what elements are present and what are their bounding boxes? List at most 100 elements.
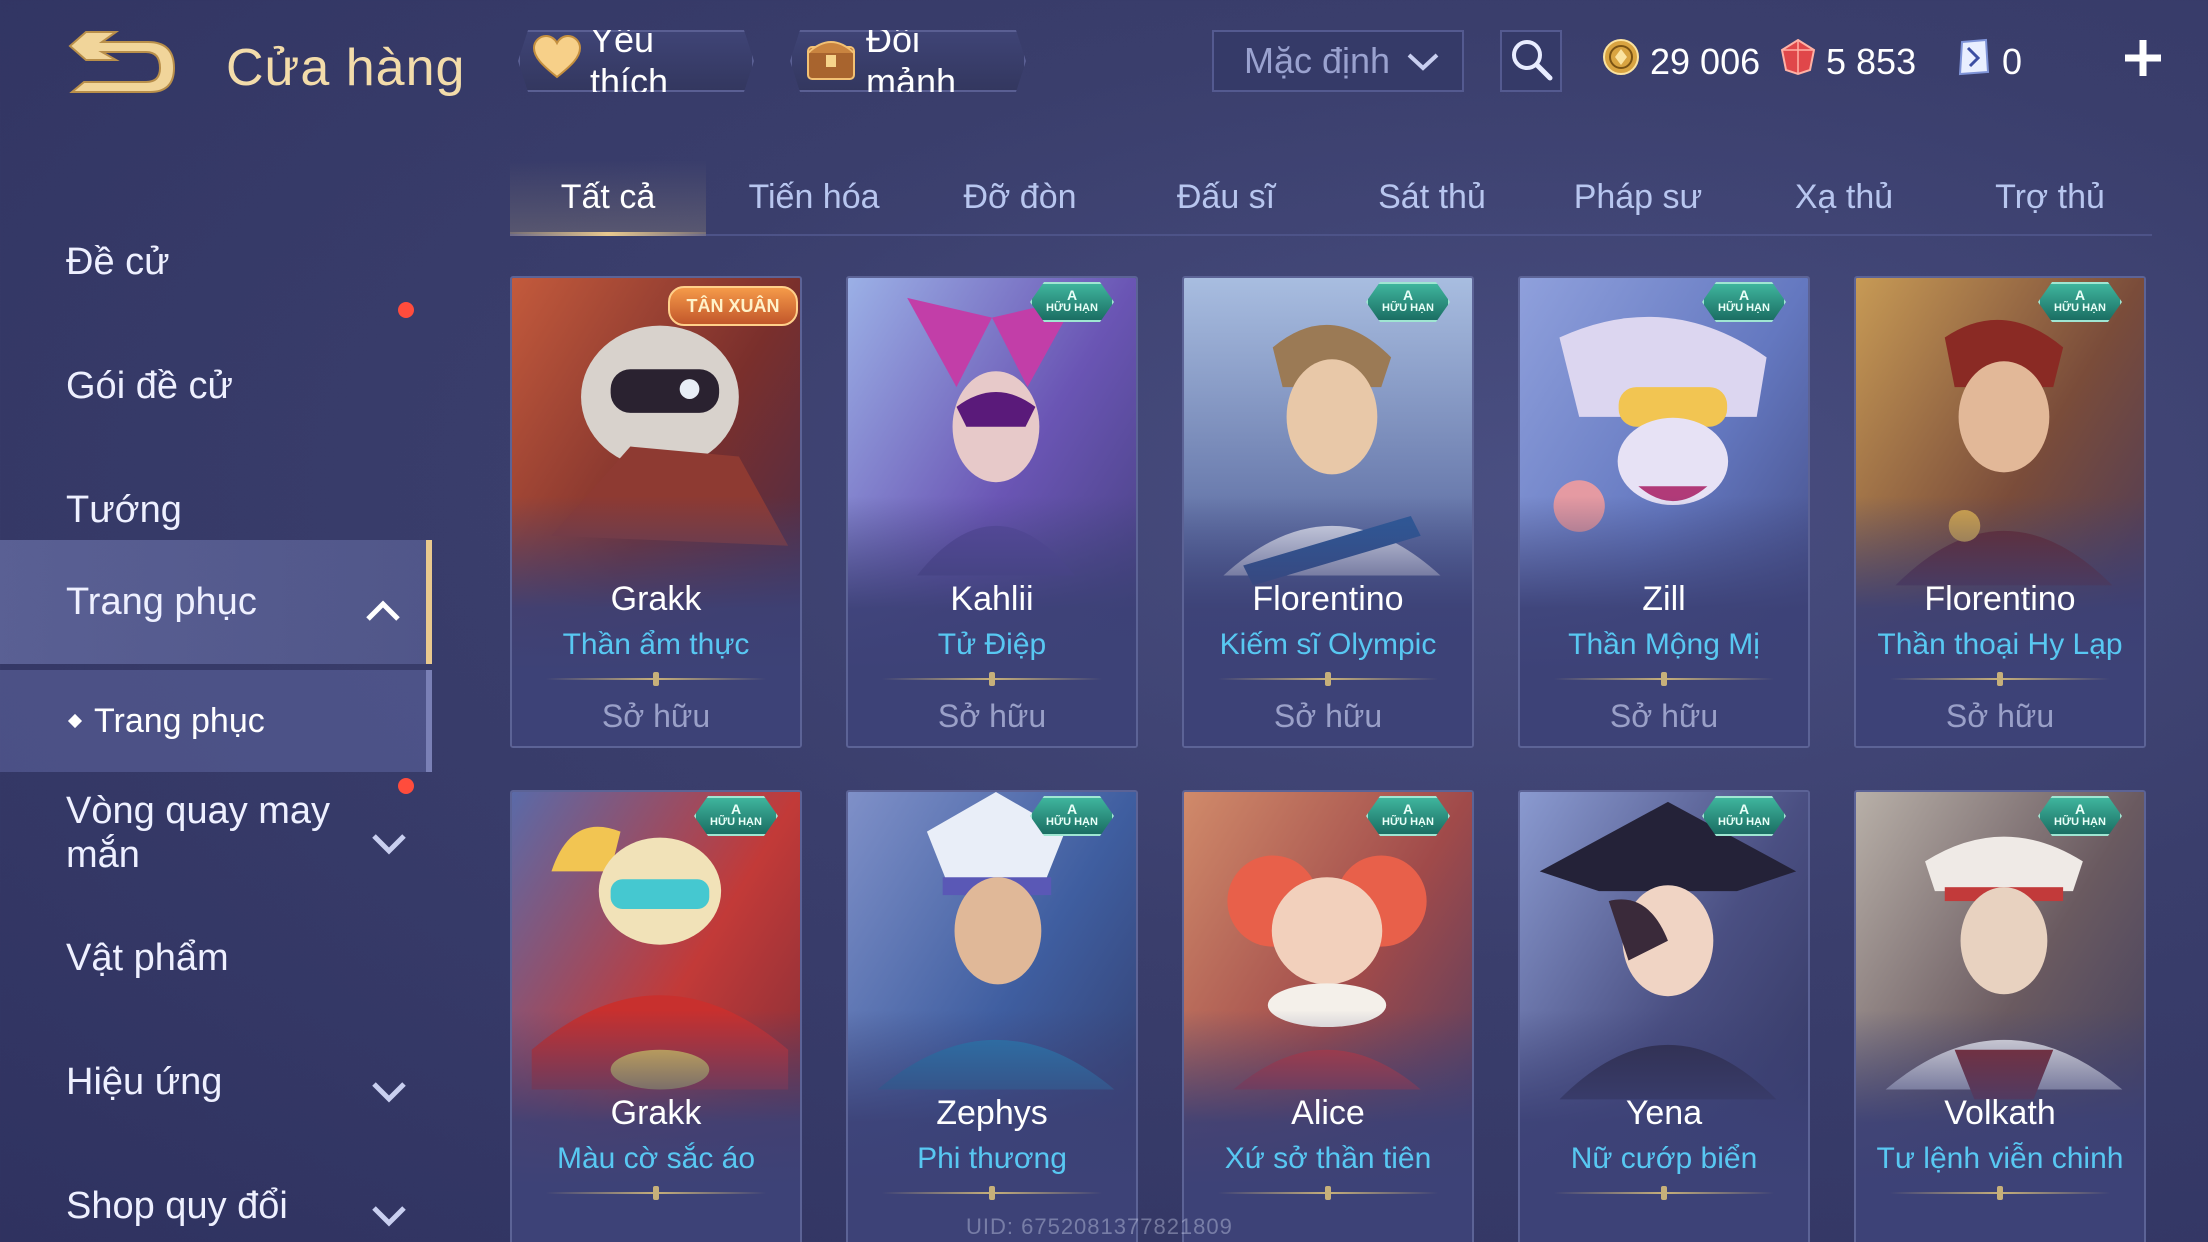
- limited-badge: A HỮU HẠN: [1366, 282, 1450, 322]
- tab-support[interactable]: Trợ thủ: [1952, 160, 2148, 234]
- tab-marksman[interactable]: Xạ thủ: [1746, 160, 1942, 234]
- limited-badge: A HỮU HẠN: [2038, 282, 2122, 322]
- tab-label: Xạ thủ: [1794, 177, 1894, 216]
- limited-badge: A HỮU HẠN: [1030, 796, 1114, 836]
- hero-name: Kahlii: [950, 580, 1034, 618]
- sort-value: Mặc định: [1244, 40, 1391, 81]
- voucher-icon: [1956, 38, 1992, 85]
- sidebar-subitem-skins[interactable]: Trang phục: [0, 670, 432, 772]
- favorites-button[interactable]: Yêu thích: [518, 30, 754, 92]
- chevron-down-icon: [1406, 40, 1440, 82]
- hero-name: Zill: [1642, 580, 1686, 618]
- skin-card[interactable]: A HỮU HẠN Yena Nữ cướp biển: [1518, 790, 1810, 1242]
- skin-name: Thần Mộng Mị: [1568, 628, 1760, 661]
- limited-badge-text: HỮU HẠN: [710, 816, 762, 828]
- limited-badge-letter: A: [2074, 287, 2086, 303]
- sidebar-item-items[interactable]: Vật phẩm: [0, 896, 432, 1020]
- skin-card[interactable]: A HỮU HẠN Kahlii Tử Điệp Sở hữu: [846, 276, 1138, 748]
- sidebar-item-lucky-wheel[interactable]: Vòng quay may mắn: [0, 768, 432, 898]
- limited-badge-text: HỮU HẠN: [2054, 302, 2106, 314]
- skin-name: Nữ cướp biển: [1570, 1142, 1758, 1175]
- exchange-shards-button[interactable]: Đổi mảnh: [790, 30, 1026, 92]
- skin-name: Kiếm sĩ Olympic: [1219, 628, 1437, 661]
- sidebar-item-label: Tướng: [66, 488, 182, 531]
- owned-status: Sở hữu: [1609, 698, 1719, 734]
- gold-balance: 29 006: [1602, 38, 1760, 85]
- notification-dot: [398, 302, 414, 318]
- add-currency-button[interactable]: [2118, 30, 2168, 86]
- skin-grid: TÂN XUÂN Grakk Thần ẩm thực Sở hữu A HỮU …: [510, 276, 2150, 1242]
- sort-dropdown[interactable]: Mặc định: [1212, 30, 1464, 92]
- card-divider: [1218, 678, 1438, 680]
- tab-all[interactable]: Tất cả: [510, 160, 706, 236]
- tab-label: Tiến hóa: [748, 177, 880, 216]
- limited-badge-letter: A: [1066, 801, 1078, 817]
- skin-card[interactable]: A HỮU HẠN Florentino Kiếm sĩ Olympic Sở h…: [1182, 276, 1474, 748]
- skin-card[interactable]: A HỮU HẠN Zill Thần Mộng Mị Sở hữu: [1518, 276, 1810, 748]
- hero-name: Grakk: [610, 580, 702, 618]
- skin-name: Tư lệnh viễn chinh: [1876, 1142, 2124, 1175]
- sidebar-item-featured-bundles[interactable]: Gói đề cử: [0, 324, 432, 448]
- skin-card[interactable]: A HỮU HẠN Grakk Màu cờ sắc áo: [510, 790, 802, 1242]
- tab-assassin[interactable]: Sát thủ: [1334, 160, 1530, 234]
- sidebar-item-label: Trang phục: [94, 701, 265, 740]
- sidebar-item-label: Vòng quay may mắn: [66, 790, 331, 876]
- limited-badge-text: HỮU HẠN: [1046, 816, 1098, 828]
- tab-mage[interactable]: Pháp sư: [1540, 160, 1736, 234]
- heart-icon: [532, 35, 582, 88]
- sidebar-item-exchange-shop[interactable]: Shop quy đổi: [0, 1144, 432, 1242]
- limited-badge: A HỮU HẠN: [1702, 796, 1786, 836]
- card-divider: [546, 1192, 766, 1194]
- event-badge: TÂN XUÂN: [668, 286, 798, 326]
- chevron-up-icon: [364, 590, 402, 621]
- owned-status: Sở hữu: [601, 698, 711, 734]
- tab-evolution[interactable]: Tiến hóa: [716, 160, 912, 234]
- sidebar: Đề cử Gói đề cử Tướng Trang phục Trang p…: [0, 170, 432, 1242]
- tab-label: Đấu sĩ: [1176, 177, 1276, 216]
- page-title: Cửa hàng: [226, 39, 466, 97]
- notification-dot: [398, 778, 414, 794]
- tab-fighter[interactable]: Đấu sĩ: [1128, 160, 1324, 234]
- skin-card[interactable]: TÂN XUÂN Grakk Thần ẩm thực Sở hữu: [510, 276, 802, 748]
- limited-badge-text: HỮU HẠN: [1382, 302, 1434, 314]
- sidebar-item-featured[interactable]: Đề cử: [0, 200, 432, 324]
- hero-name: Zephys: [936, 1094, 1048, 1132]
- skin-card[interactable]: A HỮU HẠN Florentino Thần thoại Hy Lạp Sở…: [1854, 276, 2146, 748]
- limited-badge: A HỮU HẠN: [1702, 282, 1786, 322]
- limited-badge: A HỮU HẠN: [2038, 796, 2122, 836]
- sidebar-item-skins[interactable]: Trang phục: [0, 540, 432, 664]
- back-arrow-icon[interactable]: [62, 30, 180, 102]
- skin-name: Thần thoại Hy Lạp: [1877, 628, 2123, 661]
- tab-label: Trợ thủ: [1995, 177, 2105, 216]
- chevron-down-icon: [370, 1194, 408, 1227]
- limited-badge-text: HỮU HẠN: [1718, 816, 1770, 828]
- sidebar-item-effects[interactable]: Hiệu ứng: [0, 1020, 432, 1144]
- card-divider: [1890, 1192, 2110, 1194]
- red-gem-icon: [1780, 38, 1816, 85]
- voucher-balance: 0: [1956, 38, 2022, 85]
- limited-badge-letter: A: [1402, 801, 1414, 817]
- skin-card[interactable]: A HỮU HẠN Alice Xứ sở thần tiên: [1182, 790, 1474, 1242]
- hero-name: Florentino: [1252, 580, 1404, 618]
- chevron-down-icon: [370, 821, 408, 855]
- limited-badge-text: HỮU HẠN: [1718, 302, 1770, 314]
- limited-badge-text: HỮU HẠN: [1382, 816, 1434, 828]
- favorites-label: Yêu thích: [590, 19, 669, 102]
- card-divider: [546, 678, 766, 680]
- chevron-down-icon: [370, 1070, 408, 1103]
- search-button[interactable]: [1500, 30, 1562, 92]
- skin-name: Tử Điệp: [937, 628, 1047, 661]
- hero-name: Florentino: [1924, 580, 2076, 618]
- tab-tank[interactable]: Đỡ đòn: [922, 160, 1118, 234]
- limited-badge-text: HỮU HẠN: [1046, 302, 1098, 314]
- tab-label: Pháp sư: [1573, 177, 1703, 216]
- gem-balance: 5 853: [1780, 38, 1916, 85]
- limited-badge: A HỮU HẠN: [694, 796, 778, 836]
- user-id-watermark: UID: 6752081377821809: [966, 1214, 1233, 1239]
- skin-card[interactable]: A HỮU HẠN Zephys Phi thương: [846, 790, 1138, 1242]
- card-divider: [1554, 678, 1774, 680]
- hero-name: Yena: [1625, 1094, 1703, 1132]
- limited-badge-letter: A: [1738, 287, 1750, 303]
- card-divider: [1218, 1192, 1438, 1194]
- skin-card[interactable]: A HỮU HẠN Volkath Tư lệnh viễn chinh: [1854, 790, 2146, 1242]
